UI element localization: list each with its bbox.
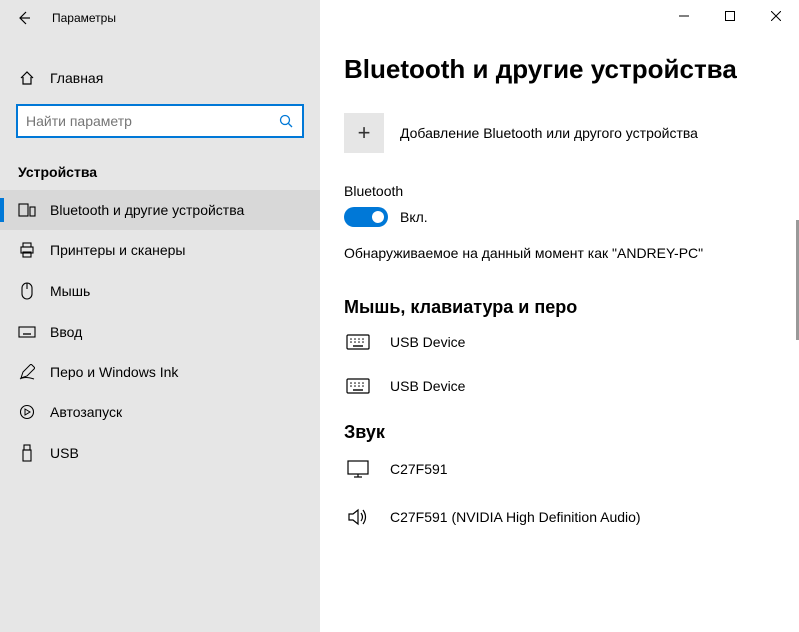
sidebar-item-pen[interactable]: Перо и Windows Ink: [0, 352, 320, 392]
pen-icon: [18, 364, 36, 380]
search-icon: [278, 113, 294, 129]
printer-icon: [18, 242, 36, 258]
plus-icon: +: [344, 113, 384, 153]
bluetooth-label: Bluetooth: [344, 183, 775, 199]
sidebar-item-autoplay[interactable]: Автозапуск: [0, 392, 320, 432]
section-sound-heading: Звук: [344, 422, 775, 443]
home-icon: [18, 70, 36, 86]
monitor-icon: [344, 459, 372, 479]
back-button[interactable]: [8, 2, 40, 34]
sidebar-item-label: Мышь: [50, 283, 90, 299]
sidebar-item-label: Bluetooth и другие устройства: [50, 202, 244, 218]
main-content: Bluetooth и другие устройства + Добавлен…: [320, 0, 799, 632]
sidebar-home[interactable]: Главная: [0, 60, 320, 96]
device-item[interactable]: C27F591: [344, 459, 775, 479]
speaker-icon: [344, 507, 372, 527]
sidebar-item-mouse[interactable]: Мышь: [0, 270, 320, 312]
search-input[interactable]: [26, 113, 278, 129]
minimize-button[interactable]: [661, 0, 707, 32]
keyboard-icon: [18, 326, 36, 338]
device-item[interactable]: USB Device: [344, 378, 775, 394]
sidebar-item-label: Перо и Windows Ink: [50, 364, 178, 380]
sidebar-item-usb[interactable]: USB: [0, 432, 320, 474]
bluetooth-toggle[interactable]: [344, 207, 388, 227]
keyboard-icon: [344, 378, 372, 394]
discoverable-text: Обнаруживаемое на данный момент как "AND…: [344, 245, 775, 261]
bluetooth-state: Вкл.: [400, 209, 428, 225]
close-button[interactable]: [753, 0, 799, 32]
add-device-row[interactable]: + Добавление Bluetooth или другого устро…: [344, 113, 775, 153]
device-name: C27F591 (NVIDIA High Definition Audio): [390, 509, 641, 525]
mouse-icon: [18, 282, 36, 300]
sidebar-section-label: Устройства: [0, 146, 320, 190]
sidebar-item-printers[interactable]: Принтеры и сканеры: [0, 230, 320, 270]
device-item[interactable]: C27F591 (NVIDIA High Definition Audio): [344, 507, 775, 527]
add-device-label: Добавление Bluetooth или другого устройс…: [400, 125, 698, 141]
page-heading: Bluetooth и другие устройства: [344, 54, 775, 85]
sidebar-home-label: Главная: [50, 70, 103, 86]
devices-icon: [18, 203, 36, 217]
device-item[interactable]: USB Device: [344, 334, 775, 350]
sidebar-item-label: Ввод: [50, 324, 82, 340]
section-mouse-heading: Мышь, клавиатура и перо: [344, 297, 775, 318]
keyboard-icon: [344, 334, 372, 350]
sidebar-item-bluetooth[interactable]: Bluetooth и другие устройства: [0, 190, 320, 230]
usb-icon: [18, 444, 36, 462]
maximize-button[interactable]: [707, 0, 753, 32]
autoplay-icon: [18, 404, 36, 420]
titlebar: Параметры: [0, 0, 320, 36]
device-name: USB Device: [390, 378, 465, 394]
device-name: USB Device: [390, 334, 465, 350]
sidebar-item-label: Принтеры и сканеры: [50, 242, 185, 258]
sidebar-item-label: USB: [50, 445, 79, 461]
window-controls: [661, 0, 799, 32]
search-box[interactable]: [16, 104, 304, 138]
sidebar-item-typing[interactable]: Ввод: [0, 312, 320, 352]
device-name: C27F591: [390, 461, 448, 477]
sidebar-item-label: Автозапуск: [50, 404, 122, 420]
sidebar: Параметры Главная Устройства Bluetooth и…: [0, 0, 320, 632]
bluetooth-toggle-row: Вкл.: [344, 207, 775, 227]
window-title: Параметры: [52, 11, 116, 25]
